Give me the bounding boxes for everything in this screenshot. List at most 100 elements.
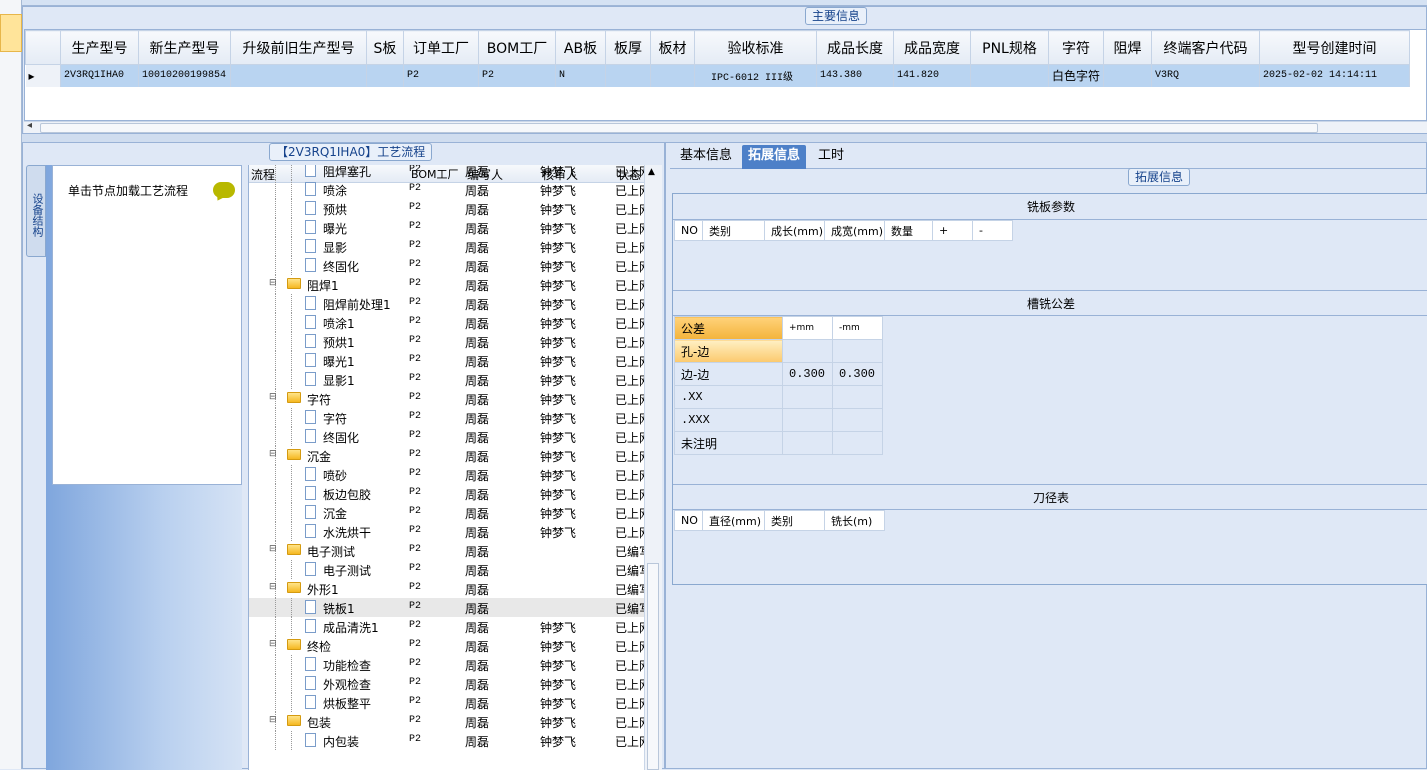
tolerance-row-label[interactable]: 边-边 [674,362,783,386]
tools-table[interactable]: NO 直径(mm) 类别 铣长(m) [674,510,885,531]
remove-row-button[interactable]: - [972,220,1013,241]
grid-cell[interactable] [366,64,404,87]
col-header[interactable]: BOM工厂 [478,30,556,65]
grid-horizontal-scrollbar[interactable]: ◂ [24,120,1427,133]
tolerance-col[interactable]: -mm [832,316,883,340]
col-header[interactable]: 型号创建时间 [1259,30,1410,65]
collapse-toggle-icon[interactable]: ⊟ [269,715,277,725]
tolerance-col[interactable]: 公差 [674,316,783,340]
tree-row[interactable]: 内包装 P2 周磊 钟梦飞 已上网 [249,731,644,750]
tree-row[interactable]: ⊟ 包装 P2 周磊 钟梦飞 已上网 [249,712,644,731]
collapse-toggle-icon[interactable]: ⊟ [269,582,277,592]
tree-row[interactable]: 水洗烘干 P2 周磊 钟梦飞 已上网 [249,522,644,541]
tree-row[interactable]: 喷砂 P2 周磊 钟梦飞 已上网 [249,465,644,484]
tab-extended-info[interactable]: 拓展信息 [742,145,807,169]
tolerance-cell[interactable] [782,431,833,455]
col-header[interactable]: 新生产型号 [138,30,231,65]
col-header[interactable]: S板 [366,30,404,65]
tree-row[interactable]: 成品清洗1 P2 周磊 钟梦飞 已上网 [249,617,644,636]
col-header[interactable]: 验收标准 [694,30,817,65]
col-header[interactable]: PNL规格 [970,30,1049,65]
tree-row[interactable]: 阻焊塞孔 P2 周磊 钟梦飞 已上网 [249,165,644,180]
tree-row[interactable]: 显影 P2 周磊 钟梦飞 已上网 [249,237,644,256]
tree-row[interactable]: 外观检查 P2 周磊 钟梦飞 已上网 [249,674,644,693]
grid-cell[interactable] [650,64,695,87]
scroll-left-icon[interactable]: ◂ [27,120,32,131]
tab-work-hours[interactable]: 工时 [812,145,850,169]
grid-corner[interactable] [25,30,61,65]
tolerance-cell[interactable] [832,408,883,432]
tolerance-cell[interactable] [832,339,883,363]
milling-table[interactable]: NO 类别 成长(mm) 成宽(mm) 数量 + - [674,220,1013,241]
scroll-up-icon[interactable]: ▲ [648,167,655,177]
tree-row[interactable]: ⊟ 沉金 P2 周磊 钟梦飞 已上网 [249,446,644,465]
row-indicator-icon[interactable]: ▸ [25,64,61,87]
load-hint-box[interactable]: 单击节点加载工艺流程 [52,165,242,485]
tree-row[interactable]: ⊟ 终检 P2 周磊 钟梦飞 已上网 [249,636,644,655]
scroll-thumb[interactable] [40,123,1318,133]
tree-row[interactable]: 终固化 P2 周磊 钟梦飞 已上网 [249,256,644,275]
tree-row[interactable]: 烘板整平 P2 周磊 钟梦飞 已上网 [249,693,644,712]
tree-row[interactable]: 字符 P2 周磊 钟梦飞 已上网 [249,408,644,427]
process-tree[interactable]: 流程 BOM工厂 编写人 核审人 状态 阻焊塞孔P2周磊钟梦飞已上网喷涂P2周磊… [248,165,644,770]
scroll-thumb[interactable] [647,563,659,770]
grid-cell[interactable]: 143.380 [816,64,894,87]
tree-row[interactable]: 阻焊前处理1 P2 周磊 钟梦飞 已上网 [249,294,644,313]
col-header[interactable]: AB板 [555,30,606,65]
milling-col[interactable]: NO [674,220,703,241]
col-header[interactable]: 阻焊 [1103,30,1152,65]
grid-cell[interactable]: V3RQ [1151,64,1260,87]
milling-col[interactable]: 类别 [702,220,765,241]
table-row[interactable]: ▸ 2V3RQ1IHA0 10010200199854 P2 P2 N IPC-… [25,64,1410,87]
tolerance-cell[interactable] [832,385,883,409]
grid-cell[interactable]: 2V3RQ1IHA0 [60,64,139,87]
tree-row[interactable]: 喷涂 P2 周磊 钟梦飞 已上网 [249,180,644,199]
col-header[interactable]: 终端客户代码 [1151,30,1260,65]
tree-row[interactable]: 预烘 P2 周磊 钟梦飞 已上网 [249,199,644,218]
tree-row[interactable]: 终固化 P2 周磊 钟梦飞 已上网 [249,427,644,446]
grid-cell[interactable] [970,64,1049,87]
col-header[interactable]: 板厚 [605,30,651,65]
tab-equipment-structure[interactable]: 设备结构 [26,165,46,257]
grid-cell[interactable]: 2025-02-02 14:14:11 [1259,64,1410,87]
tolerance-cell[interactable] [782,385,833,409]
col-header[interactable]: 成品长度 [816,30,894,65]
tree-row[interactable]: 沉金 P2 周磊 钟梦飞 已上网 [249,503,644,522]
col-header[interactable]: 生产型号 [60,30,139,65]
tree-row[interactable]: ⊟ 电子测试 P2 周磊 已编写 [249,541,644,560]
collapse-toggle-icon[interactable]: ⊟ [269,449,277,459]
tolerance-row-label[interactable]: .XX [674,385,783,409]
highlight-tab[interactable] [0,14,22,52]
tools-col[interactable]: 类别 [764,510,825,531]
grid-cell[interactable] [1103,64,1152,87]
tools-col[interactable]: 铣长(m) [824,510,885,531]
tolerance-cell[interactable] [782,408,833,432]
tree-row[interactable]: 铣板1 P2 周磊 已编写 [249,598,644,617]
grid-cell[interactable] [605,64,651,87]
grid-cell[interactable]: 10010200199854 [138,64,231,87]
tree-row[interactable]: 曝光 P2 周磊 钟梦飞 已上网 [249,218,644,237]
grid-cell[interactable] [230,64,367,87]
tree-row[interactable]: 曝光1 P2 周磊 钟梦飞 已上网 [249,351,644,370]
tools-col[interactable]: 直径(mm) [702,510,765,531]
grid-cell[interactable]: IPC-6012 III级 [694,64,817,87]
collapse-toggle-icon[interactable]: ⊟ [269,278,277,288]
col-header[interactable]: 字符 [1048,30,1104,65]
col-header[interactable]: 板材 [650,30,695,65]
col-header[interactable]: 成品宽度 [893,30,971,65]
collapse-toggle-icon[interactable]: ⊟ [269,639,277,649]
col-header[interactable]: 订单工厂 [403,30,479,65]
grid-cell[interactable]: 白色字符 [1048,64,1104,87]
milling-col[interactable]: 数量 [884,220,933,241]
tree-row[interactable]: 显影1 P2 周磊 钟梦飞 已上网 [249,370,644,389]
grid-cell[interactable]: N [555,64,606,87]
collapse-toggle-icon[interactable]: ⊟ [269,392,277,402]
milling-col[interactable]: 成长(mm) [764,220,825,241]
tree-row[interactable]: 功能检查 P2 周磊 钟梦飞 已上网 [249,655,644,674]
tree-row[interactable]: 预烘1 P2 周磊 钟梦飞 已上网 [249,332,644,351]
tree-vertical-scrollbar[interactable]: ▲ [644,165,662,770]
tolerance-cell[interactable]: 0.300 [832,362,883,386]
milling-col[interactable]: 成宽(mm) [824,220,885,241]
grid-cell[interactable]: 141.820 [893,64,971,87]
tree-row[interactable]: ⊟ 字符 P2 周磊 钟梦飞 已上网 [249,389,644,408]
